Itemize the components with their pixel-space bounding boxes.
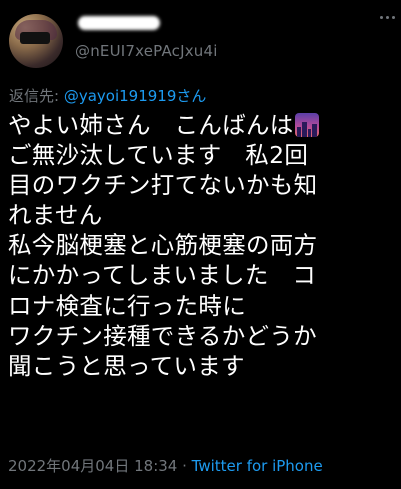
reply-prefix: 返信先:	[9, 87, 64, 105]
display-name-redacted[interactable]	[78, 16, 160, 30]
meta-separator: ·	[177, 457, 192, 475]
tweet-source-link[interactable]: Twitter for iPhone	[192, 457, 323, 475]
more-options-icon[interactable]	[376, 6, 398, 28]
reply-mention-link[interactable]: @yayoi191919	[64, 87, 177, 105]
tweet-line: にかかってしまいました コ	[8, 261, 317, 290]
avatar[interactable]	[9, 14, 63, 68]
avatar-redaction	[20, 32, 50, 44]
tweet-line: 目のワクチン打てないかも知	[8, 171, 318, 200]
reply-suffix[interactable]: さん	[176, 87, 206, 105]
author-handle[interactable]: @nEUI7xePAcJxu4i	[75, 42, 218, 60]
tweet-line: 私今脳梗塞と心筋梗塞の両方	[8, 231, 318, 260]
tweet-header: @nEUI7xePAcJxu4i	[0, 0, 401, 80]
tweet-line: ワクチン接種できるかどうか	[8, 321, 317, 350]
tweet-text: やよい姉さん こんばんは ご無沙汰しています 私2回 目のワクチン打てないかも知…	[8, 110, 400, 381]
city-dusk-icon	[294, 113, 319, 137]
tweet-line: ロナ検査に行った時に	[8, 291, 246, 320]
tweet-line: やよい姉さん こんばんは	[8, 110, 400, 140]
tweet-line: 聞こうと思っています	[8, 351, 245, 380]
tweet-metadata: 2022年04月04日 18:34 · Twitter for iPhone	[8, 455, 323, 476]
tweet-line: れません	[8, 201, 103, 230]
reply-context: 返信先: @yayoi191919さん	[9, 85, 206, 106]
tweet-timestamp[interactable]: 2022年04月04日 18:34	[8, 457, 177, 475]
tweet-line: ご無沙汰しています 私2回	[8, 141, 309, 170]
